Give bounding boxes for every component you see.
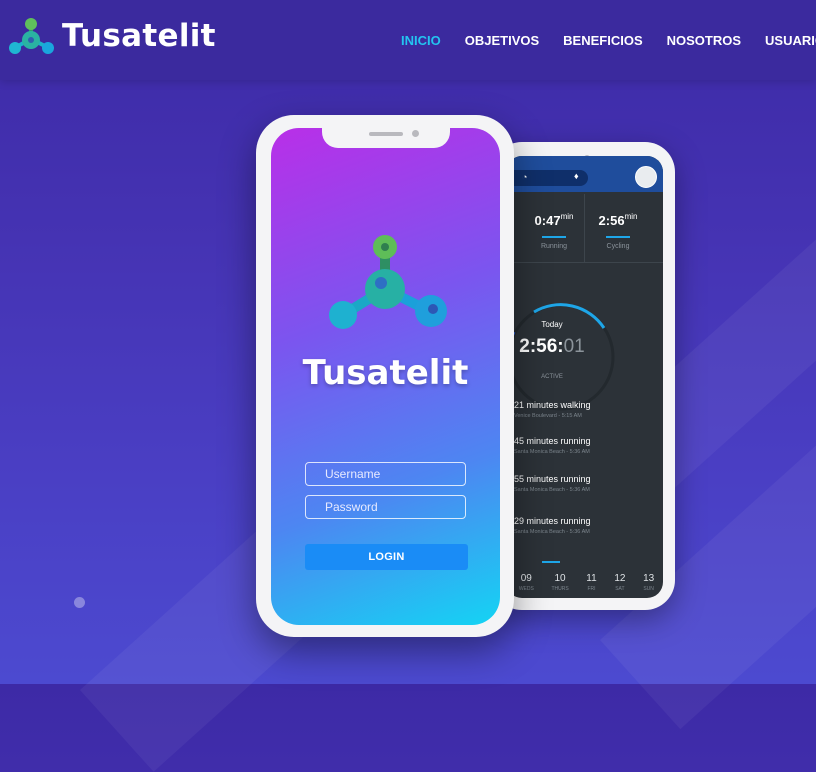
day-item[interactable]: 09 WEDS (519, 573, 534, 592)
day-number: 09 (520, 573, 532, 584)
phone-speaker (368, 132, 403, 136)
header: Tusatelit INICIO OBJETIVOS BENEFICIOS NO… (0, 0, 816, 80)
login-button[interactable]: LOGIN (305, 544, 468, 570)
stat-bar (606, 236, 630, 238)
nav-item-nosotros[interactable]: NOSOTROS (667, 33, 741, 48)
day-name: WEDS (518, 586, 534, 592)
nav-item-inicio[interactable]: INICIO (401, 33, 441, 48)
timer-main: 2:56: (519, 336, 564, 357)
divider (506, 262, 663, 263)
list-item[interactable]: 55 minutes running Santa Monica Beach - 5… (514, 474, 591, 493)
entry-title: 55 minutes running (514, 474, 591, 484)
entry-subtitle: Santa Monica Beach - 5:36 AM (514, 529, 590, 535)
list-item[interactable]: 21 minutes walking Venice Boulevard - 5:1… (514, 400, 591, 419)
day-name: THURS (551, 586, 569, 592)
activity-topbar: ◔ ♦ (506, 156, 663, 192)
stopwatch-icon: ◔ (522, 172, 528, 182)
day-number: 10 (554, 573, 566, 584)
entry-subtitle: Venice Boulevard - 5:15 AM (514, 413, 582, 419)
molecule-icon (9, 18, 54, 54)
status-label: ACTIVE (541, 374, 563, 380)
phone-camera (411, 130, 419, 137)
nav-item-objetivos[interactable]: OBJETIVOS (465, 33, 539, 48)
timer-seconds: 01 (563, 336, 585, 357)
stat-label: Running (540, 243, 568, 250)
day-number: 11 (586, 573, 597, 584)
divider (584, 194, 585, 262)
stat-value: 2:56 (598, 213, 625, 228)
brand-logo[interactable]: Tusatelit (6, 12, 216, 60)
stat-unit: min (560, 212, 574, 221)
day-name: FRI (587, 586, 596, 592)
password-field[interactable] (305, 495, 466, 519)
nav-item-beneficios[interactable]: BENEFICIOS (563, 33, 642, 48)
day-number: 12 (614, 573, 626, 584)
stat-cycling: 2:56min Cycling (590, 212, 646, 250)
app-title: Tusatelit (302, 353, 469, 393)
list-item[interactable]: 45 minutes running Santa Monica Beach - 5… (514, 436, 591, 455)
day-item[interactable]: 12 SAT (614, 573, 625, 592)
molecule-icon (329, 235, 447, 329)
day-item[interactable]: 10 THURS (551, 573, 568, 592)
nav-item-usuarios[interactable]: USUARIOS (765, 33, 816, 48)
day-name: SUN (643, 586, 654, 592)
main-nav: INICIO OBJETIVOS BENEFICIOS NOSOTROS USU… (401, 33, 816, 48)
activity-phone: ◔ ♦ 0:47min Running 2:56min Cycling Toda… (492, 142, 675, 610)
entry-subtitle: Santa Monica Beach - 5:36 AM (514, 449, 590, 455)
day-selector: 09 WEDS 10 THURS 11 FRI 12 SAT 13 SUN (506, 573, 663, 592)
entry-subtitle: Santa Monica Beach - 5:36 AM (514, 487, 590, 493)
day-number: 13 (643, 573, 655, 584)
day-item[interactable]: 13 SUN (643, 573, 654, 592)
stat-running: 0:47min Running (526, 212, 582, 250)
flame-icon: ♦ (574, 171, 579, 181)
activity-screen: ◔ ♦ 0:47min Running 2:56min Cycling Toda… (506, 156, 663, 598)
carousel-dot[interactable] (74, 597, 85, 608)
stat-bar (542, 236, 566, 238)
login-phone: Tusatelit LOGIN (256, 115, 514, 637)
login-screen: Tusatelit LOGIN (271, 128, 500, 625)
stat-unit: min (624, 212, 638, 221)
entry-title: 45 minutes running (514, 436, 591, 446)
timer-display: 2:56:01 (506, 336, 598, 358)
day-name: SAT (615, 586, 625, 592)
entry-title: 29 minutes running (514, 516, 591, 526)
username-field[interactable] (305, 462, 466, 486)
day-indicator (542, 561, 560, 563)
activity-toggle[interactable]: ◔ ♦ (506, 170, 588, 186)
list-item[interactable]: 29 minutes running Santa Monica Beach - 5… (514, 516, 591, 535)
today-label: Today (541, 320, 563, 329)
avatar[interactable] (635, 166, 657, 188)
stat-label: Cycling (606, 243, 630, 250)
brand-name: Tusatelit (62, 18, 216, 54)
stat-value: 0:47 (534, 213, 561, 228)
day-item[interactable]: 11 FRI (586, 573, 596, 592)
phone-notch (321, 128, 450, 148)
entry-title: 21 minutes walking (514, 400, 591, 410)
